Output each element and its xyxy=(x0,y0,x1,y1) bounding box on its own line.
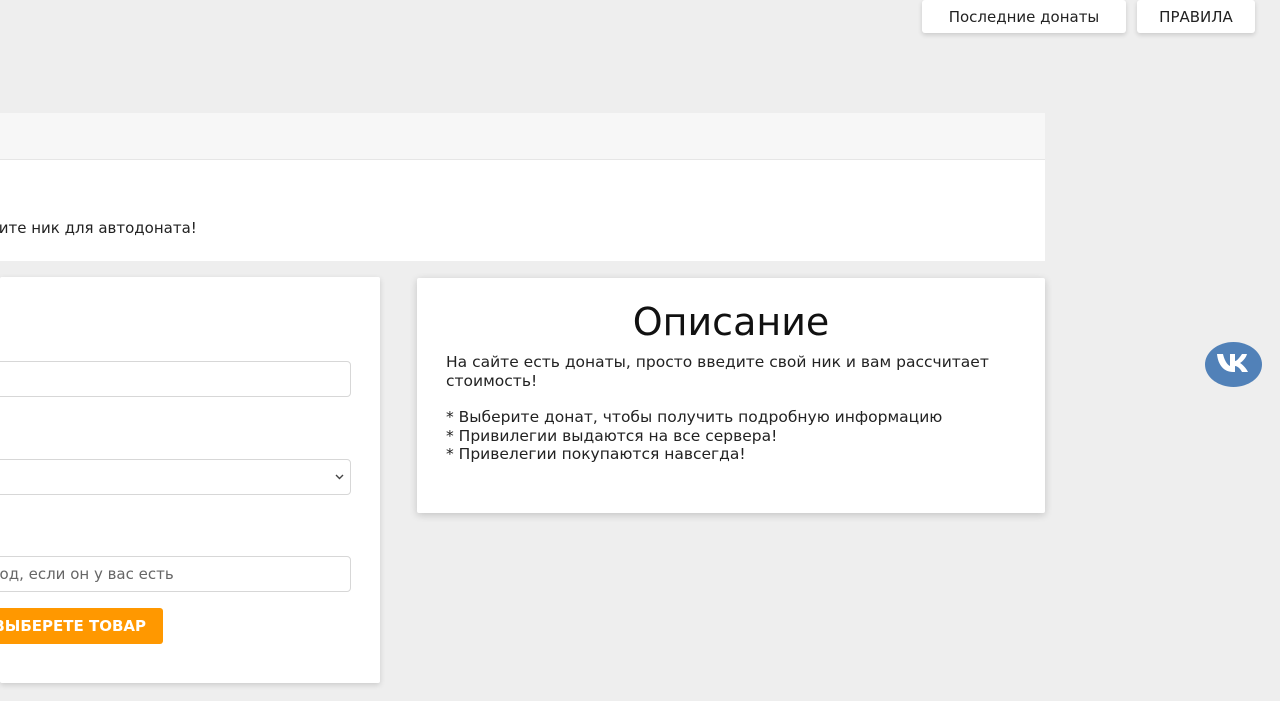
rules-button[interactable]: ПРАВИЛА xyxy=(1137,0,1255,33)
description-line: * Выберите донат, чтобы получить подробн… xyxy=(446,408,943,426)
vk-link[interactable] xyxy=(1205,342,1262,387)
description-line: * Привелегии покупаются навсегда! xyxy=(446,445,746,463)
description-line: * Привилегии выдаются на все сервера! xyxy=(446,426,778,445)
donate-form: ВЫБЕРЕТЕ ТОВАР xyxy=(0,277,380,683)
header-card-strip xyxy=(0,113,1045,160)
header-card: Введите ник для автодоната! xyxy=(0,113,1045,261)
header-message: Введите ник для автодоната! xyxy=(0,219,197,237)
description-card: Описание На сайте есть донаты, просто вв… xyxy=(417,278,1045,513)
vk-icon xyxy=(1216,352,1252,378)
promo-code-input[interactable] xyxy=(0,556,351,592)
buy-button[interactable]: ВЫБЕРЕТЕ ТОВАР xyxy=(0,608,163,644)
donate-select[interactable] xyxy=(0,459,351,495)
nick-input[interactable] xyxy=(0,361,351,397)
description-intro: На сайте есть донаты, просто введите сво… xyxy=(446,353,989,390)
description-body: На сайте есть донаты, просто введите сво… xyxy=(446,353,1006,464)
description-title: Описание xyxy=(632,300,830,344)
chevron-down-icon xyxy=(335,470,344,483)
last-donates-button[interactable]: Последние донаты xyxy=(922,0,1126,33)
